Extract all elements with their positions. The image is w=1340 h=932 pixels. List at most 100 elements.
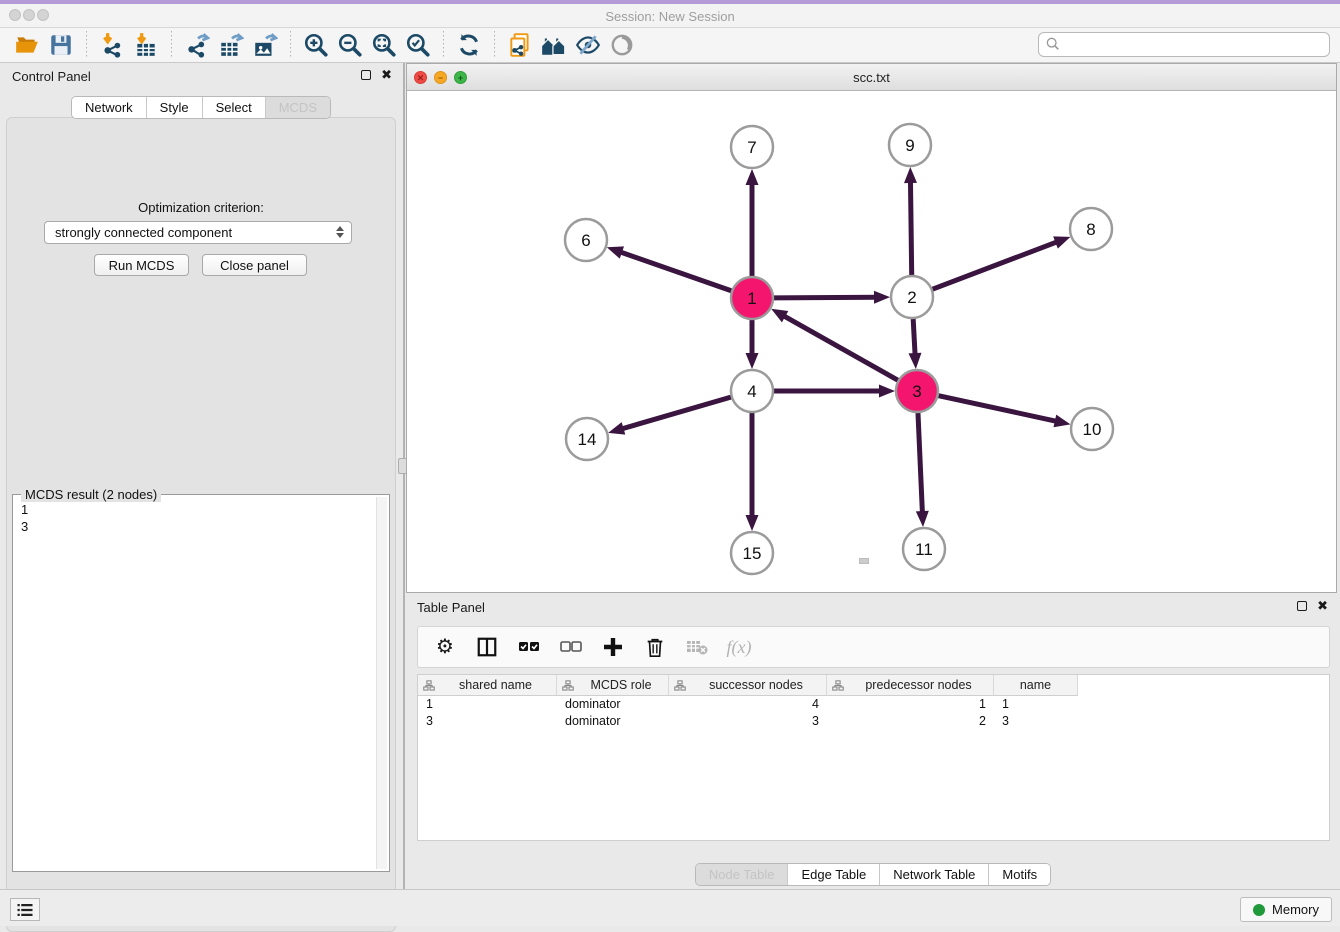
export-network-icon[interactable] — [180, 30, 214, 60]
export-table-icon[interactable] — [214, 30, 248, 60]
network-canvas-svg[interactable]: 1 2 3 4 6 7 8 9 10 11 14 15 — [407, 91, 1336, 592]
export-image-icon[interactable] — [248, 30, 282, 60]
cell-predecessor-nodes[interactable]: 2 — [827, 713, 994, 730]
cell-successor-nodes[interactable]: 3 — [669, 713, 827, 730]
save-session-icon[interactable] — [44, 30, 78, 60]
cell-successor-nodes[interactable]: 4 — [669, 696, 827, 713]
split-divider[interactable] — [403, 63, 405, 889]
table-panel: Table Panel ✖ ⚙ f(x) shared nameMCDS rol… — [406, 595, 1340, 888]
graph-edge-2-9[interactable] — [910, 179, 911, 275]
graph-edge-arrow-3-11 — [916, 511, 929, 527]
delete-row-icon[interactable] — [642, 634, 668, 660]
graph-node-10[interactable]: 10 — [1071, 408, 1113, 450]
cell-MCDS-role[interactable]: dominator — [557, 713, 669, 730]
graph-node-9[interactable]: 9 — [889, 124, 931, 166]
svg-text:10: 10 — [1083, 420, 1102, 439]
duplicate-network-icon[interactable] — [503, 30, 537, 60]
table-panel-float-icon[interactable] — [1297, 601, 1307, 611]
tab-style[interactable]: Style — [146, 97, 202, 118]
function-builder-icon[interactable]: f(x) — [726, 634, 752, 660]
zoom-selected-icon[interactable] — [401, 30, 435, 60]
graph-node-14[interactable]: 14 — [566, 418, 608, 460]
graph-edge-3-10[interactable] — [938, 396, 1058, 422]
graph-node-15[interactable]: 15 — [731, 532, 773, 574]
column-header-predecessor-nodes[interactable]: predecessor nodes — [827, 675, 994, 696]
graph-node-2[interactable]: 2 — [891, 276, 933, 318]
graph-edge-1-2[interactable] — [774, 297, 878, 298]
list-icon — [16, 902, 34, 918]
table-tab-node-table[interactable]: Node Table — [696, 864, 788, 885]
select-all-columns-icon[interactable] — [516, 634, 542, 660]
control-panel-title: Control Panel — [12, 69, 91, 84]
graph-edge-2-8[interactable] — [933, 241, 1060, 289]
graph-node-3[interactable]: 3 — [896, 370, 938, 412]
status-bar: Memory — [0, 889, 1340, 926]
tab-mcds[interactable]: MCDS — [265, 97, 330, 118]
graph-edge-4-14[interactable] — [620, 397, 731, 429]
column-header-shared-name[interactable]: shared name — [418, 675, 557, 696]
mcds-result-scrollbar[interactable] — [376, 497, 387, 869]
control-panel-close-icon[interactable]: ✖ — [381, 69, 392, 81]
split-columns-icon[interactable] — [474, 634, 500, 660]
graph-node-8[interactable]: 8 — [1070, 208, 1112, 250]
zoom-fit-icon[interactable] — [367, 30, 401, 60]
graph-edge-2-3[interactable] — [913, 319, 915, 357]
show-hidden-eye-icon[interactable] — [605, 30, 639, 60]
cell-name[interactable]: 3 — [994, 713, 1078, 730]
table-row[interactable]: 3dominator323 — [418, 713, 1329, 730]
mcds-result-text[interactable]: 1 3 — [15, 499, 373, 537]
tab-network[interactable]: Network — [72, 97, 146, 118]
import-network-icon[interactable] — [95, 30, 129, 60]
run-mcds-button[interactable]: Run MCDS — [94, 254, 189, 276]
graph-node-6[interactable]: 6 — [565, 219, 607, 261]
select-stepper-icon — [336, 226, 344, 238]
delete-table-icon[interactable] — [684, 634, 710, 660]
column-header-MCDS-role[interactable]: MCDS role — [557, 675, 669, 696]
column-header-successor-nodes[interactable]: successor nodes — [669, 675, 827, 696]
column-header-name[interactable]: name — [994, 675, 1078, 696]
home-icon[interactable] — [537, 30, 571, 60]
table-tab-network-table[interactable]: Network Table — [879, 864, 988, 885]
hide-selected-eye-icon[interactable] — [571, 30, 605, 60]
search-input[interactable] — [1038, 32, 1330, 57]
zoom-out-icon[interactable] — [333, 30, 367, 60]
close-panel-button[interactable]: Close panel — [202, 254, 307, 276]
cell-shared-name[interactable]: 1 — [418, 696, 557, 713]
tab-select[interactable]: Select — [202, 97, 265, 118]
graph-node-1[interactable]: 1 — [731, 277, 773, 319]
table-settings-icon[interactable]: ⚙ — [432, 634, 458, 660]
import-table-icon[interactable] — [129, 30, 163, 60]
table-panel-close-icon[interactable]: ✖ — [1317, 600, 1328, 612]
cell-predecessor-nodes[interactable]: 1 — [827, 696, 994, 713]
graph-edge-3-1[interactable] — [782, 315, 898, 381]
table-tab-motifs[interactable]: Motifs — [988, 864, 1050, 885]
control-panel-float-icon[interactable] — [361, 70, 371, 80]
cell-shared-name[interactable]: 3 — [418, 713, 557, 730]
optimization-criterion-select[interactable]: strongly connected component — [44, 221, 352, 244]
cell-MCDS-role[interactable]: dominator — [557, 696, 669, 713]
graph-edge-arrow-2-9 — [904, 167, 917, 183]
memory-button[interactable]: Memory — [1240, 897, 1332, 922]
canvas-scroll-thumb[interactable] — [859, 558, 869, 564]
svg-text:15: 15 — [743, 544, 762, 563]
add-row-icon[interactable] — [600, 634, 626, 660]
search-icon — [1045, 36, 1061, 52]
graph-node-7[interactable]: 7 — [731, 126, 773, 168]
graph-node-11[interactable]: 11 — [903, 528, 945, 570]
open-session-icon[interactable] — [10, 30, 44, 60]
optimization-criterion-label: Optimization criterion: — [0, 200, 402, 215]
graph-node-4[interactable]: 4 — [731, 370, 773, 412]
refresh-icon[interactable] — [452, 30, 486, 60]
cell-name[interactable]: 1 — [994, 696, 1078, 713]
deselect-all-columns-icon[interactable] — [558, 634, 584, 660]
svg-text:9: 9 — [905, 136, 914, 155]
zoom-in-icon[interactable] — [299, 30, 333, 60]
task-history-button[interactable] — [10, 898, 40, 921]
graph-edge-3-11[interactable] — [918, 413, 923, 515]
table-row[interactable]: 1dominator411 — [418, 696, 1329, 713]
table-tab-edge-table[interactable]: Edge Table — [787, 864, 879, 885]
graph-edge-1-6[interactable] — [618, 251, 731, 291]
svg-text:4: 4 — [747, 382, 756, 401]
search-box[interactable] — [1038, 32, 1330, 57]
toolbar-separator — [86, 31, 87, 59]
